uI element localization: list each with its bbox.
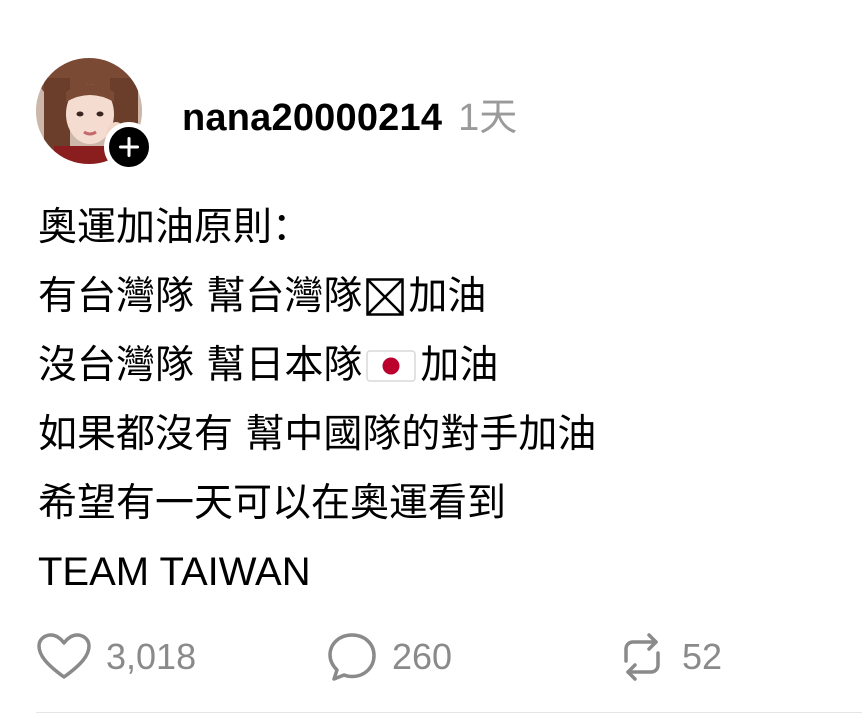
post-line: 沒台灣隊 幫日本隊 加油 [38,331,838,400]
post-timestamp: 1天 [458,97,518,139]
like-count: 3,018 [106,636,197,677]
post-text: 如果都沒有 幫中國隊的對手加油 [38,412,597,457]
post-text: 奧運加油原則： [38,205,312,250]
avatar-container[interactable] [36,58,154,172]
taiwan-flag-placeholder-icon [366,277,405,316]
japan-flag-icon [366,349,417,382]
post-text: 加油 [408,274,487,319]
post-header: nana20000214 1天 [182,86,517,146]
username-link[interactable]: nana20000214 [182,97,442,140]
post-divider [36,712,862,713]
post-line: 奧運加油原則： [38,193,838,262]
heart-icon [37,633,91,679]
post-line: 如果都沒有 幫中國隊的對手加油 [38,400,838,469]
action-bar: 3,018 260 52 [36,628,836,686]
post-body: 奧運加油原則： 有台灣隊 幫台灣隊 加油 沒台灣隊 幫日本隊 加油 如果都沒有 … [38,193,838,607]
repost-button[interactable]: 52 [616,628,722,686]
repost-count: 52 [682,636,723,677]
plus-icon [119,137,139,157]
post-text: 沒台灣隊 幫日本隊 [38,343,363,388]
speech-bubble-icon [328,633,376,681]
follow-button[interactable] [104,122,154,172]
post-text: 有台灣隊 幫台灣隊 [38,274,363,319]
threads-post: nana20000214 1天 奧運加油原則： 有台灣隊 幫台灣隊 加油 沒台灣… [0,0,862,714]
comment-count: 260 [392,636,453,677]
post-text: 希望有一天可以在奧運看到 [38,481,507,526]
post-line: 希望有一天可以在奧運看到 [38,469,838,538]
like-button[interactable]: 3,018 [36,628,196,686]
comment-button[interactable]: 260 [326,628,452,686]
post-line: TEAM TAIWAN [38,538,838,607]
post-text: TEAM TAIWAN [38,550,311,594]
repost-arrows-icon [624,633,660,681]
post-text: 加油 [420,343,499,388]
post-line: 有台灣隊 幫台灣隊 加油 [38,262,838,331]
